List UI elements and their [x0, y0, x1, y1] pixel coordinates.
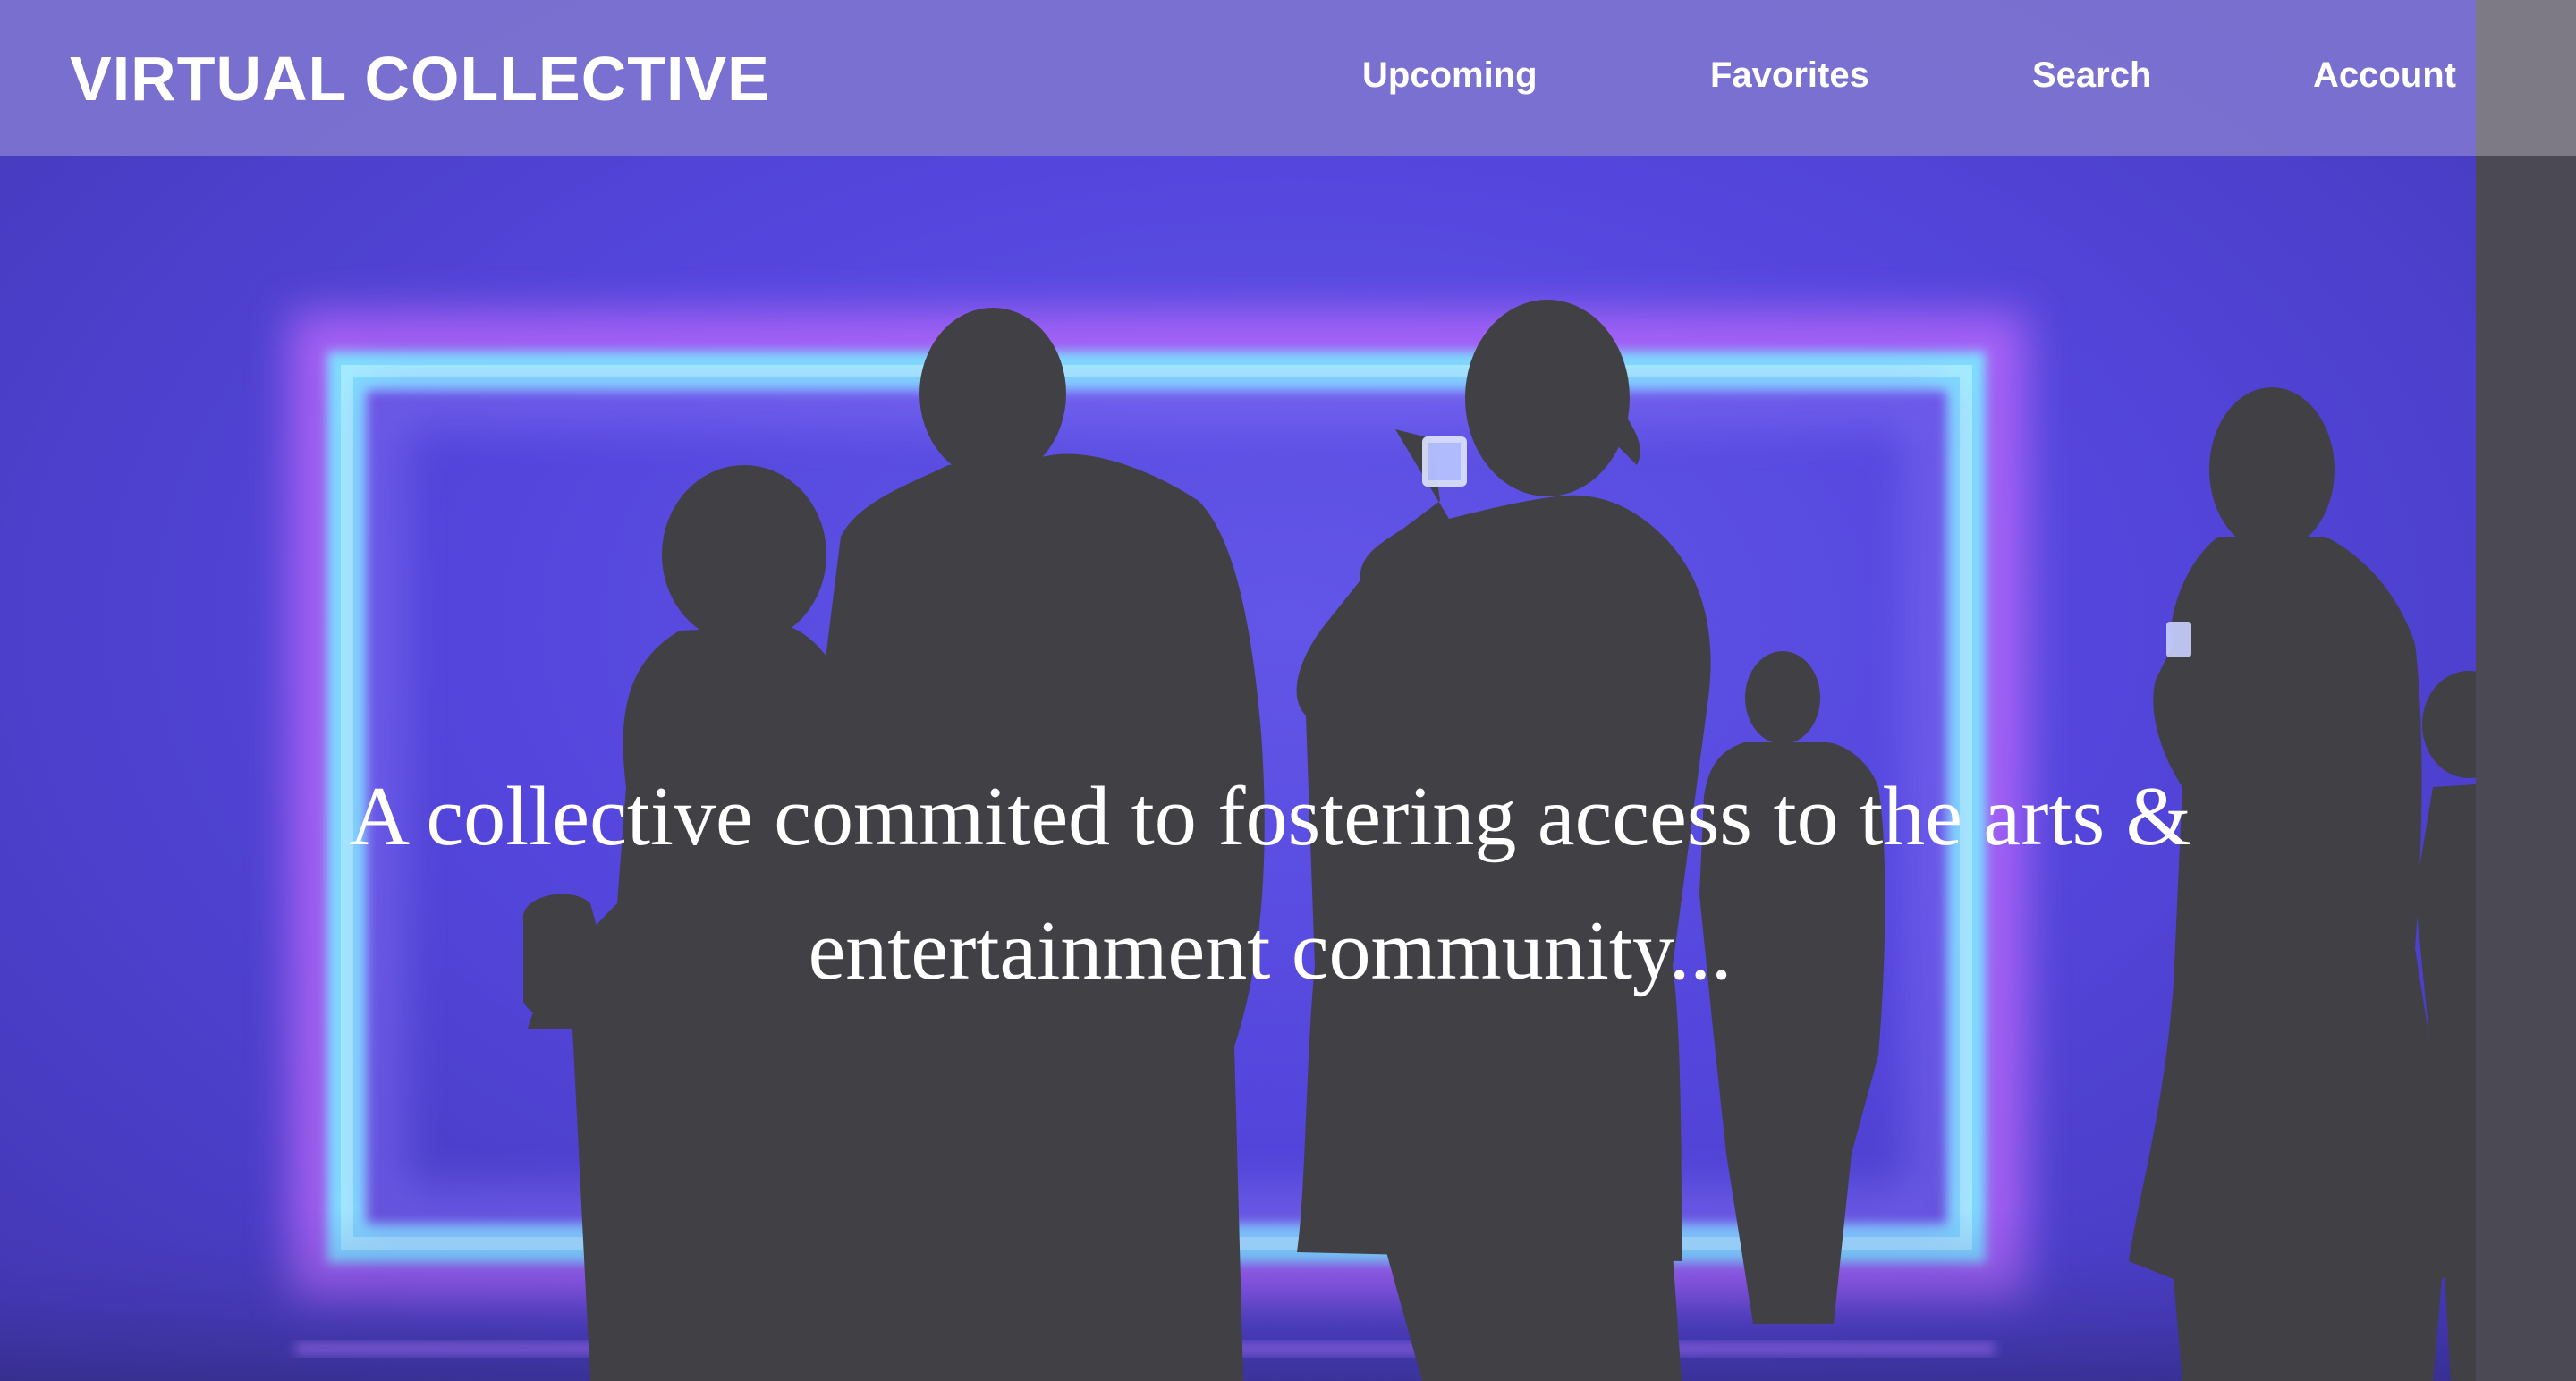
hero-tagline-line1: A collective commited to fostering acces…	[349, 770, 2191, 863]
nav-account-link[interactable]: Account	[2313, 52, 2456, 98]
hero-tagline: A collective commited to fostering acces…	[224, 750, 2317, 1018]
phone-screen-right	[2166, 622, 2191, 657]
navbar-scrollbar-cap	[2476, 0, 2576, 156]
nav-search-link[interactable]: Search	[2032, 52, 2151, 98]
page-scrollbar-area	[2476, 0, 2576, 1381]
hero-tagline-line2: entertainment community...	[808, 904, 1733, 997]
brand-logo-link[interactable]: VIRTUAL COLLECTIVE	[70, 39, 770, 118]
nav-favorites-link[interactable]: Favorites	[1710, 52, 1869, 98]
hero-background-image	[0, 300, 2576, 1381]
nav-upcoming-link[interactable]: Upcoming	[1362, 52, 1538, 98]
hero-section	[0, 0, 2576, 1381]
top-navbar: VIRTUAL COLLECTIVE Upcoming Favorites Se…	[0, 0, 2476, 156]
